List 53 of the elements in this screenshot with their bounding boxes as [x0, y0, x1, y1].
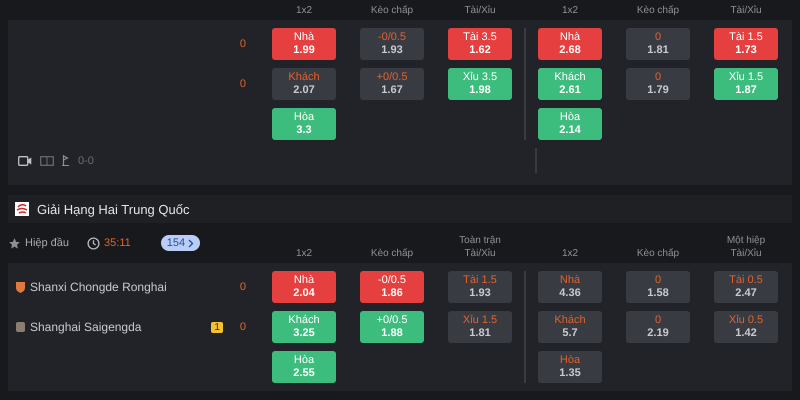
column-heading: 1x2	[560, 4, 580, 18]
odds-button[interactable]: Nhà 2.68	[538, 28, 602, 60]
column-heading: Kèo chấp	[370, 4, 414, 18]
team-name: Shanghai Saigengda	[30, 320, 142, 334]
scoreboard-icon[interactable]	[40, 156, 54, 166]
odds-button[interactable]: 0 1.58	[626, 271, 690, 303]
odds-button[interactable]: Xỉu 1.5 1.81	[448, 311, 512, 343]
column-heading: Kèo chấp	[636, 4, 680, 18]
odds-button[interactable]: Nhà 4.36	[538, 271, 602, 303]
column-heading: Tài/Xỉu	[729, 4, 763, 18]
odds-button[interactable]: Khách 2.07	[272, 68, 336, 100]
odds-button[interactable]: -0/0.5 1.93	[360, 28, 424, 60]
corner-score: 0-0	[78, 154, 94, 166]
odds-button[interactable]: Tài 1.5 1.93	[448, 271, 512, 303]
odds-button[interactable]: Nhà 1.99	[272, 28, 336, 60]
odds-button[interactable]: +0/0.5 1.67	[360, 68, 424, 100]
odds-button[interactable]: Xỉu 0.5 1.42	[714, 311, 778, 343]
more-markets-button[interactable]: 154	[160, 235, 200, 251]
column-heading: Kèo chấp	[636, 247, 680, 261]
odds-button[interactable]: 0 2.19	[626, 311, 690, 343]
video-icon[interactable]	[18, 156, 32, 166]
odds-button[interactable]: Tài 0.5 2.47	[714, 271, 778, 303]
booking-count: 1	[211, 322, 223, 332]
team-score: 0	[240, 38, 246, 50]
column-heading: Toàn trận Tài/Xỉu	[458, 234, 502, 261]
league-name: Giải Hạng Hai Trung Quốc	[37, 202, 190, 216]
shield-icon	[16, 282, 25, 292]
odds-button[interactable]: Tài 1.5 1.73	[714, 28, 778, 60]
crest-icon	[16, 322, 25, 332]
odds-button[interactable]: -0/0.5 1.86	[360, 271, 424, 303]
odds-button[interactable]: Tài 3.5 1.62	[448, 28, 512, 60]
column-heading: 1x2	[560, 247, 580, 261]
odds-button[interactable]: Nhà 2.04	[272, 271, 336, 303]
corner-flag-icon	[62, 155, 70, 166]
odds-button[interactable]: Khách 5.7	[538, 311, 602, 343]
period-label: Hiệp đầu	[25, 237, 70, 249]
odds-button[interactable]: 0 1.79	[626, 68, 690, 100]
column-heading: Kèo chấp	[370, 247, 414, 261]
column-heading: 1x2	[294, 247, 314, 261]
league-logo-icon	[15, 202, 29, 216]
clock-icon	[87, 236, 100, 250]
odds-button[interactable]: Hòa 1.35	[538, 351, 602, 383]
team-score: 0	[240, 281, 246, 293]
odds-button[interactable]: 0 1.81	[626, 28, 690, 60]
column-heading: 1x2	[294, 4, 314, 18]
team-name: Shanxi Chongde Ronghai	[30, 280, 167, 294]
match-clock: 35:11	[104, 237, 131, 249]
column-heading: Một hiệp Tài/Xỉu	[726, 234, 766, 261]
star-icon[interactable]	[8, 236, 21, 250]
chevron-icon	[188, 238, 194, 248]
team-score: 0	[240, 321, 246, 333]
team-score: 0	[240, 78, 246, 90]
column-heading: Tài/Xỉu	[463, 4, 497, 18]
